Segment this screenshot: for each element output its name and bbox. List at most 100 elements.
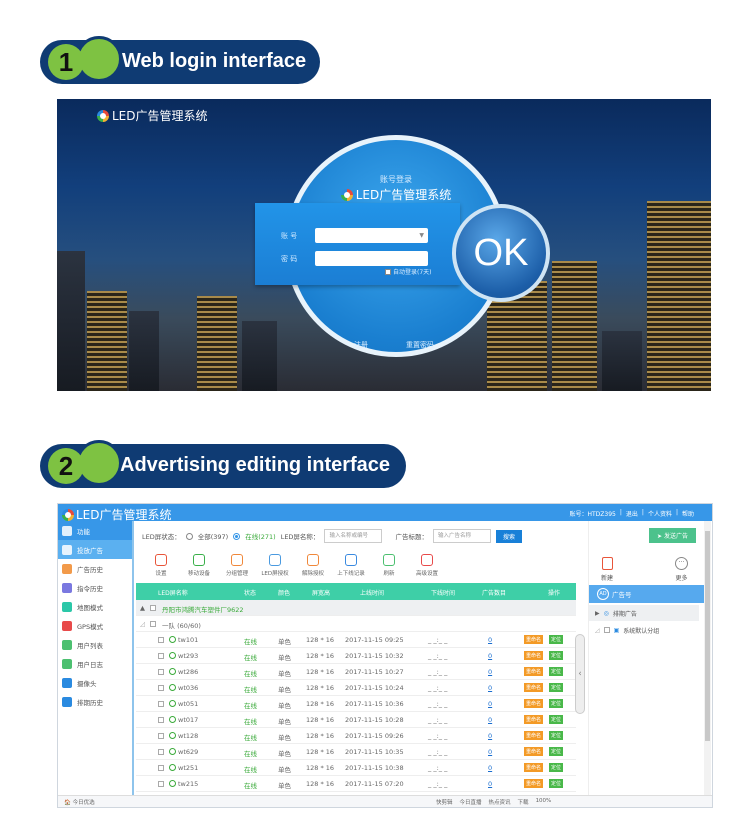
tool-advanced-settings[interactable]: 高级设置 [408,551,446,583]
remember-checkbox[interactable] [385,268,391,275]
sidebar-item-user-list[interactable]: 用户列表 [58,635,132,654]
sidebar-item-grid[interactable]: 功能 [58,521,132,540]
sidebar-item-gps[interactable]: GPS模式 [58,616,132,635]
table-row[interactable]: wt293 在线 单色 128 * 16 2017-11-15 10:32 _ _:_ _… [136,648,576,664]
cell-ads[interactable]: 0 [488,732,492,740]
column-header[interactable]: 操作 [548,588,560,597]
sidebar-item-command[interactable]: 指令历史 [58,578,132,597]
table-row[interactable]: wt629 在线 单色 128 * 16 2017-11-15 10:35 _ _:_ _… [136,744,576,760]
locate-button[interactable]: 定位 [549,635,564,644]
table-row[interactable]: wt251 在线 单色 128 * 16 2017-11-15 10:38 _ _:_ _… [136,760,576,776]
status-item-download[interactable]: 下载 [518,798,529,806]
rename-button[interactable]: 重命名 [524,699,544,708]
table-row[interactable]: wt051 在线 单色 128 * 16 2017-11-15 10:36 _ _:_ _… [136,696,576,712]
cell-ads[interactable]: 0 [488,652,492,660]
column-header[interactable]: 广告数目 [482,588,506,597]
rename-button[interactable]: 重命名 [524,667,544,676]
table-row[interactable]: wt128 在线 单色 128 * 16 2017-11-15 09:26 _ _:_ _… [136,728,576,744]
cell-ads[interactable]: 0 [488,780,492,788]
locate-button[interactable]: 定位 [549,667,564,676]
subgroup-row[interactable]: ◿ 一队 (60/60) [136,616,576,632]
rename-button[interactable]: 重命名 [524,715,544,724]
sidebar-item-schedule[interactable]: 排期历史 [58,692,132,711]
locate-button[interactable]: 定位 [549,779,564,788]
status-item-clip[interactable]: 快剪辑 [436,798,453,806]
row-checkbox[interactable] [158,716,164,724]
sidebar-item-history[interactable]: 广告历史 [58,559,132,578]
row-checkbox[interactable] [158,636,164,644]
locate-button[interactable]: 定位 [549,731,564,740]
rename-button[interactable]: 重命名 [524,779,544,788]
tree-item-scheduled-ads[interactable]: ▶ ◎ 排期广告 [589,605,699,621]
help-link[interactable]: 帮助 [682,509,694,518]
locate-button[interactable]: 定位 [549,763,564,772]
profile-link[interactable]: 个人资料 [648,509,672,518]
logout-link[interactable]: 退出 [626,509,638,518]
cell-ads[interactable]: 0 [488,764,492,772]
locate-button[interactable]: 定位 [549,747,564,756]
status-item-live[interactable]: 今日直播 [460,798,482,806]
rename-button[interactable]: 重命名 [524,763,544,772]
cell-ads[interactable]: 0 [488,668,492,676]
rename-button[interactable]: 重命名 [524,747,544,756]
row-checkbox[interactable] [158,732,164,740]
locate-button[interactable]: 定位 [549,699,564,708]
row-checkbox[interactable] [158,668,164,676]
new-button[interactable]: 新建 [601,557,613,582]
password-input[interactable] [315,251,428,266]
column-header[interactable]: 颜色 [278,588,290,597]
cell-ads[interactable]: 0 [488,700,492,708]
collapse-icon[interactable]: ◿ [140,620,145,628]
row-checkbox[interactable] [158,764,164,772]
status-item-news[interactable]: 热点资讯 [489,798,511,806]
tool-move-device[interactable]: 移动设备 [180,551,218,583]
reset-password-link[interactable]: 重置密码 [406,340,434,350]
column-header[interactable]: 状态 [244,588,256,597]
sidebar-item-camera[interactable]: 摄像头 [58,673,132,692]
collapse-panel-handle[interactable]: ‹ [575,634,585,714]
row-checkbox[interactable] [158,700,164,708]
tool-unlock[interactable]: 解除授权 [294,551,332,583]
tree-item-default-group[interactable]: ◿ ▣ 系统默认分组 [589,622,699,638]
group-row[interactable]: ▲ 丹阳市鸿腾汽车塑件厂9622 [136,600,576,616]
rename-button[interactable]: 重命名 [524,683,544,692]
table-row[interactable]: wt286 在线 单色 128 * 16 2017-11-15 10:27 _ _:_ _… [136,664,576,680]
collapse-icon[interactable]: ◿ [595,627,600,634]
row-checkbox[interactable] [158,652,164,660]
remember-me[interactable]: 自动登录(7天) [385,267,432,276]
tool-refresh[interactable]: 刷新 [370,551,408,583]
locate-button[interactable]: 定位 [549,651,564,660]
cell-ads[interactable]: 0 [488,636,492,644]
vertical-scrollbar[interactable] [704,521,711,795]
sidebar-item-broadcast[interactable]: 投放广告 [58,540,132,559]
zoom-level[interactable]: 100% [536,798,552,806]
cell-ads[interactable]: 0 [488,748,492,756]
register-link[interactable]: 注册 [354,340,368,350]
row-checkbox[interactable] [158,684,164,692]
rename-button[interactable]: 重命名 [524,635,544,644]
expand-icon[interactable]: ▶ [595,610,600,617]
today-picks[interactable]: 🏠 今日优选 [64,798,95,806]
checkbox[interactable] [603,627,610,633]
sidebar-item-map[interactable]: 地图模式 [58,597,132,616]
tool-record[interactable]: 上下线记录 [332,551,370,583]
table-row[interactable]: wt017 在线 单色 128 * 16 2017-11-15 10:28 _ _:_ _… [136,712,576,728]
radio-all[interactable] [185,532,193,540]
tool-shield[interactable]: LED屏授权 [256,551,294,583]
table-row[interactable]: tw101 在线 单色 128 * 16 2017-11-15 09:25 _ _:_ _… [136,632,576,648]
tool-group[interactable]: 分组管理 [218,551,256,583]
account-input[interactable]: ▼ [315,228,428,243]
locate-button[interactable]: 定位 [549,683,564,692]
column-header[interactable]: 下线时间 [431,588,455,597]
checkbox[interactable] [150,604,156,612]
ok-button[interactable]: OK [452,204,550,302]
cell-ads[interactable]: 0 [488,716,492,724]
column-header[interactable]: 上线时间 [360,588,384,597]
collapse-icon[interactable]: ▲ [140,604,145,612]
rename-button[interactable]: 重命名 [524,731,544,740]
table-row[interactable]: wt036 在线 单色 128 * 16 2017-11-15 10:24 _ _:_ _… [136,680,576,696]
locate-button[interactable]: 定位 [549,715,564,724]
rename-button[interactable]: 重命名 [524,651,544,660]
checkbox[interactable] [150,620,156,628]
led-name-input[interactable]: 输入名称或编号 [324,529,383,543]
